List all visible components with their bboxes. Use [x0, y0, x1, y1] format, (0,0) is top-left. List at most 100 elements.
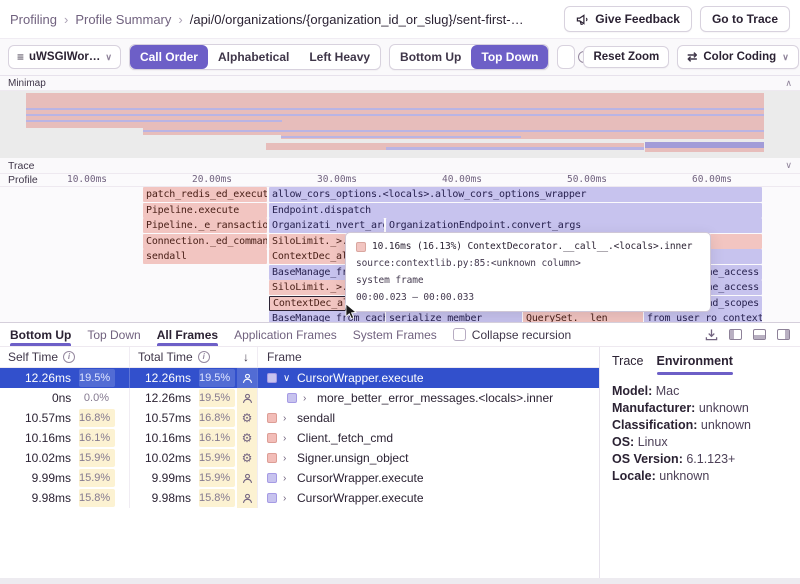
flame-frame[interactable]: serialize_member: [386, 311, 522, 322]
system-frame-icon-cell: ⚙: [237, 408, 257, 428]
self-time-value: 9.98ms: [0, 491, 71, 505]
flame-frame[interactable]: SiloLimit._>.over: [269, 280, 346, 295]
frame-cell: ›more_better_error_messages.<locals>.inn…: [258, 388, 599, 408]
flame-frame[interactable]: Pipeline._e_ransaction: [143, 218, 267, 233]
flame-frame[interactable]: BaseManage_from_c: [269, 265, 346, 280]
bottom-panel: Bottom Up Top Down All Frames Application …: [0, 322, 800, 584]
collapse-recursion-checkbox[interactable]: [453, 328, 466, 341]
direction-option-bottom-up[interactable]: Bottom Up: [390, 45, 471, 69]
breadcrumb-item[interactable]: Profile Summary: [75, 12, 171, 27]
flamegraph-canvas[interactable]: 10.16ms (16.13%) ContextDecorator.__call…: [0, 187, 800, 322]
trace-section-header: Trace ∨: [0, 158, 800, 174]
layout-bottom-panel-icon[interactable]: [753, 329, 766, 340]
minimap-block: [26, 108, 764, 110]
application-frame-icon: [242, 493, 253, 504]
details-tab-trace[interactable]: Trace: [612, 351, 644, 375]
tab-all-frames[interactable]: All Frames: [157, 323, 218, 346]
flame-frame[interactable]: ContextDec_als>.i: [269, 296, 346, 311]
flame-frame[interactable]: ContextDec_als>.i: [269, 249, 346, 264]
table-row[interactable]: 0ns0.0%12.26ms19.5%›more_better_error_me…: [0, 388, 599, 408]
time-tick: 60.00ms: [692, 174, 732, 185]
flame-frame[interactable]: QuerySet.__len__: [523, 311, 643, 322]
flame-frame[interactable]: BaseManage_from_cache: [269, 311, 385, 322]
give-feedback-label: Give Feedback: [595, 12, 680, 26]
total-time-value: 10.16ms: [135, 431, 191, 445]
chevron-right-icon[interactable]: ›: [283, 413, 291, 424]
tab-bottom-up[interactable]: Bottom Up: [10, 323, 71, 346]
layout-right-panel-icon[interactable]: [777, 329, 790, 340]
layout-left-panel-icon[interactable]: [729, 329, 742, 340]
tab-system-frames[interactable]: System Frames: [353, 323, 437, 346]
sort-option-left-heavy[interactable]: Left Heavy: [299, 45, 380, 69]
system-frame-icon-cell: ⚙: [237, 428, 257, 448]
direction-option-top-down[interactable]: Top Down: [471, 45, 548, 69]
time-tick: 50.00ms: [567, 174, 607, 185]
breadcrumb-item[interactable]: Profiling: [10, 12, 57, 27]
frame-name: Signer.unsign_object: [297, 451, 408, 465]
chevron-right-icon[interactable]: ›: [303, 393, 311, 404]
flame-frame[interactable]: sendall: [143, 249, 267, 264]
flame-frame[interactable]: Pipeline.execute: [143, 203, 267, 218]
total-time-column-header[interactable]: Total Time i ↓: [130, 347, 258, 367]
sort-option-alphabetical[interactable]: Alphabetical: [208, 45, 299, 69]
flame-frame[interactable]: allow_cors_options.<locals>.allow_cors_o…: [269, 187, 762, 202]
frame-color-square: [267, 373, 277, 383]
collapse-recursion-toggle[interactable]: Collapse recursion: [453, 328, 571, 342]
download-icon[interactable]: [705, 328, 718, 341]
environment-field: OS: Linux: [612, 434, 788, 451]
table-row[interactable]: 9.98ms15.8%9.98ms15.8%›CursorWrapper.exe…: [0, 488, 599, 508]
frame-color-square: [267, 433, 277, 443]
flame-frame[interactable]: from_user_ro_context: [644, 311, 762, 322]
flame-frame[interactable]: Connection._ed_command: [143, 234, 267, 249]
table-row[interactable]: 10.02ms15.9%10.02ms15.9%⚙›Signer.unsign_…: [0, 448, 599, 468]
chevron-right-icon[interactable]: ›: [283, 493, 291, 504]
flame-frame[interactable]: Endpoint.dispatch: [269, 203, 762, 218]
flame-frame[interactable]: [710, 249, 762, 264]
self-time-value: 10.57ms: [0, 411, 71, 425]
sort-descending-icon[interactable]: ↓: [243, 350, 249, 364]
table-row[interactable]: 9.99ms15.9%9.99ms15.9%›CursorWrapper.exe…: [0, 468, 599, 488]
flame-frame[interactable]: patch_redis_ed_execute: [143, 187, 267, 202]
thread-selector[interactable]: ≡ uWSGIWor… ∨: [8, 45, 121, 69]
sort-segmented-control: Call OrderAlphabeticalLeft Heavy: [129, 44, 381, 70]
details-tab-environment[interactable]: Environment: [657, 351, 733, 375]
collapse-trace-icon[interactable]: ∨: [785, 161, 792, 170]
reset-zoom-button[interactable]: Reset Zoom: [583, 46, 669, 68]
view-tabs: Bottom Up Top Down: [10, 323, 141, 346]
color-coding-button[interactable]: ⇄ Color Coding ∨: [677, 45, 798, 69]
collapse-minimap-icon[interactable]: ∧: [785, 79, 792, 88]
table-row[interactable]: 10.16ms16.1%10.16ms16.1%⚙›Client._fetch_…: [0, 428, 599, 448]
go-to-trace-button[interactable]: Go to Trace: [700, 6, 790, 32]
chevron-right-icon[interactable]: ›: [283, 433, 291, 444]
chevron-down-icon[interactable]: ∨: [283, 373, 291, 384]
total-time-cell: 10.57ms16.8%⚙: [130, 408, 258, 428]
total-time-cell: 12.26ms19.5%: [130, 368, 258, 388]
tooltip-time-range: 00:00.023 — 00:00.033: [356, 292, 700, 303]
flame-frame[interactable]: Organizati_nvert_args: [269, 218, 384, 233]
find-frames-search[interactable]: i: [557, 45, 575, 69]
total-time-percent: 16.8%: [199, 409, 235, 427]
flame-frame[interactable]: OrganizationEndpoint.convert_args: [386, 218, 762, 233]
table-row[interactable]: 10.57ms16.8%10.57ms16.8%⚙›sendall: [0, 408, 599, 428]
table-row[interactable]: 12.26ms19.5%12.26ms19.5%∨CursorWrapper.e…: [0, 368, 599, 388]
thread-selector-value: uWSGIWor…: [29, 51, 100, 63]
tab-top-down[interactable]: Top Down: [87, 323, 140, 346]
flame-frame[interactable]: [710, 234, 762, 249]
frame-column-header[interactable]: Frame: [258, 350, 599, 364]
sort-option-call-order[interactable]: Call Order: [130, 45, 208, 69]
tab-application-frames[interactable]: Application Frames: [234, 323, 337, 346]
minimap-canvas[interactable]: [0, 91, 800, 158]
self-time-column-header[interactable]: Self Time i: [0, 347, 130, 367]
chevron-right-icon[interactable]: ›: [283, 473, 291, 484]
self-time-value: 10.16ms: [0, 431, 71, 445]
flame-frame[interactable]: SiloLimit._>.over: [269, 234, 346, 249]
breadcrumb-item[interactable]: /api/0/organizations/{organization_id_or…: [190, 12, 524, 27]
field-value: Mac: [652, 384, 679, 398]
self-time-info-icon: i: [63, 351, 75, 363]
frame-cell: ›sendall: [258, 408, 599, 428]
self-time-cell: 10.57ms16.8%: [0, 408, 130, 428]
give-feedback-button[interactable]: Give Feedback: [564, 6, 692, 32]
time-tick: 10.00ms: [67, 174, 107, 185]
minimap-block: [266, 143, 386, 150]
chevron-right-icon[interactable]: ›: [283, 453, 291, 464]
